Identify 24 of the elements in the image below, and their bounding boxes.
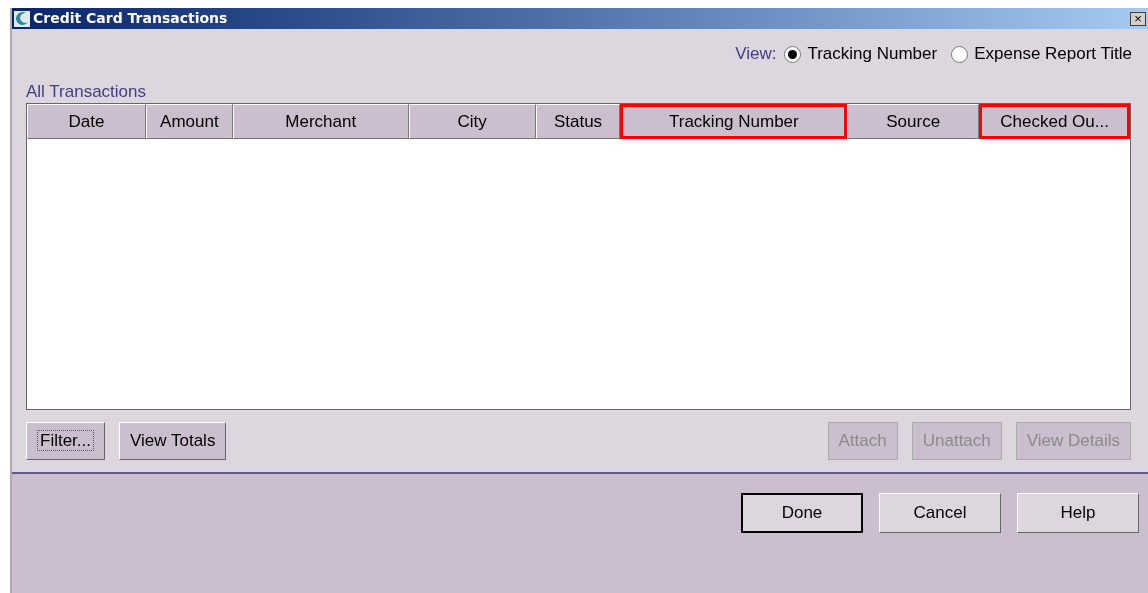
column-header[interactable]: Date (27, 104, 146, 139)
app-logo-icon (14, 10, 30, 27)
button[interactable]: Cancel (879, 493, 1001, 533)
column-header[interactable]: Checked Ou... (979, 104, 1130, 139)
button[interactable]: Help (1017, 493, 1139, 533)
column-header[interactable]: Status (535, 104, 621, 139)
radio-label: Tracking Number (807, 43, 938, 66)
radio-label: Expense Report Title (974, 43, 1132, 66)
column-header[interactable]: Amount (145, 104, 233, 139)
table-title: All Transactions (26, 81, 146, 103)
button[interactable]: Filter... (26, 422, 105, 460)
close-button[interactable]: × (1130, 11, 1146, 26)
column-header[interactable]: Merchant (232, 104, 409, 139)
column-header[interactable]: Tracking Number (620, 104, 848, 139)
radio-button[interactable] (784, 45, 802, 63)
radio-button[interactable] (951, 45, 969, 63)
column-header[interactable]: Source (847, 104, 980, 139)
radio-option[interactable]: Tracking Number (784, 41, 938, 67)
column-header[interactable]: City (408, 104, 536, 139)
radio-option[interactable]: Expense Report Title (951, 41, 1132, 67)
window-title: Credit Card Transactions (33, 9, 228, 28)
button[interactable]: View Totals (119, 422, 227, 460)
button[interactable]: Done (741, 493, 863, 533)
view-label: View: (735, 43, 777, 66)
